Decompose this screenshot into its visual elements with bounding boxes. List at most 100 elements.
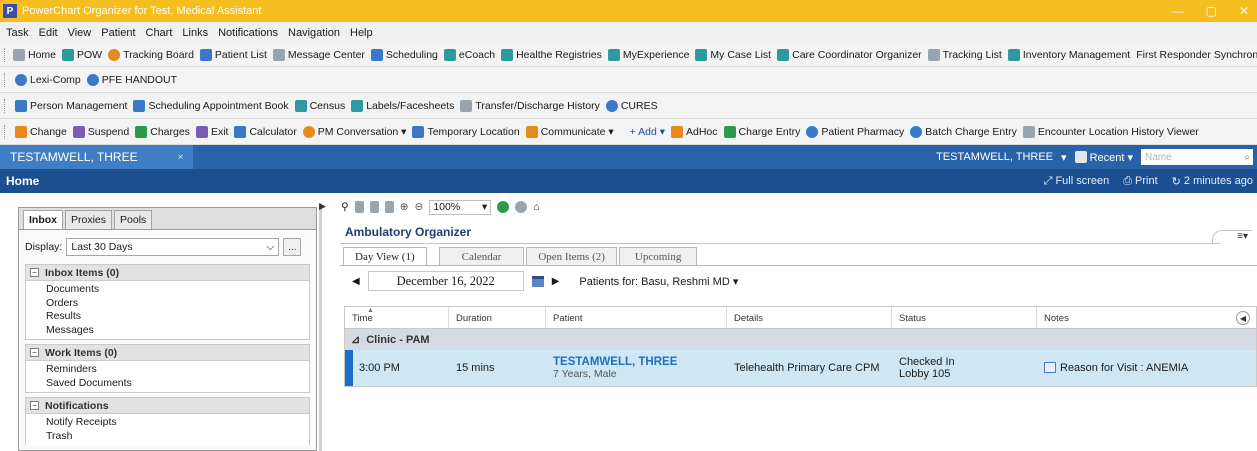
toolbar-scheduling[interactable]: Scheduling — [370, 48, 438, 61]
toolbar-myexperience[interactable]: MyExperience — [607, 48, 689, 61]
toolbar-message-center[interactable]: Message Center — [272, 48, 365, 61]
menu-help[interactable]: Help — [350, 27, 373, 39]
zoom-in-icon[interactable]: ⊕ — [400, 201, 409, 213]
maximize-button[interactable]: ▢ — [1206, 4, 1217, 18]
toolbar-ecoach[interactable]: eCoach — [443, 48, 495, 61]
next-day-icon[interactable]: ▶ — [552, 276, 560, 287]
column-notes[interactable]: Notes — [1037, 306, 1256, 328]
home-icon[interactable]: ⌂ — [533, 201, 539, 213]
column-time[interactable]: ▲ Time — [345, 306, 449, 328]
collapse-icon[interactable]: − — [30, 401, 39, 410]
display-select[interactable]: Last 30 Days ⌵ — [66, 238, 280, 256]
toolbar-suspend[interactable]: Suspend — [72, 125, 129, 138]
menu-links[interactable]: Links — [182, 27, 208, 39]
toolbar-pm-conversation[interactable]: PM Conversation ▾ — [302, 125, 406, 138]
toolbar-grip[interactable] — [4, 47, 5, 62]
toolbar-grip[interactable] — [4, 124, 7, 139]
toolbar-person-management[interactable]: Person Management — [15, 99, 127, 112]
toolbar-encounter-location-history[interactable]: Encounter Location History Viewer — [1022, 125, 1199, 138]
toolbar-change[interactable]: Change — [15, 125, 67, 138]
patient-tab[interactable]: TESTAMWELL, THREE × — [0, 145, 194, 169]
work-item-reminders[interactable]: Reminders — [46, 363, 309, 377]
menu-edit[interactable]: Edit — [39, 27, 58, 39]
toolbar-grip[interactable] — [4, 98, 7, 113]
menu-navigation[interactable]: Navigation — [288, 27, 340, 39]
toolbar-my-case-list[interactable]: My Case List — [695, 48, 771, 61]
date-field[interactable]: December 16, 2022 — [367, 271, 524, 291]
collapse-icon[interactable]: − — [30, 348, 39, 357]
cell-notes[interactable]: Reason for Visit : ANEMIA — [1037, 362, 1256, 374]
zoom-select[interactable]: 100% ▾ — [429, 199, 492, 215]
tab-calendar[interactable]: Calendar — [438, 247, 525, 265]
minimize-button[interactable]: — — [1172, 4, 1184, 18]
toolbar-first-responder[interactable]: First Responder Synchronization — [1136, 49, 1257, 61]
full-screen-button[interactable]: ⤢ Full screen — [1044, 175, 1110, 188]
column-duration[interactable]: Duration — [449, 306, 546, 328]
inbox-item-documents[interactable]: Documents — [46, 283, 309, 297]
column-patient[interactable]: Patient — [546, 306, 727, 328]
menu-patient[interactable]: Patient — [101, 27, 135, 39]
tab-proxies[interactable]: Proxies — [65, 210, 113, 229]
close-tab-icon[interactable]: × — [178, 152, 184, 163]
toolbar-add[interactable]: + Add ▾ — [630, 126, 665, 138]
table-row[interactable]: 3:00 PM 15 mins TESTAMWELL, THREE 7 Year… — [345, 350, 1256, 386]
toolbar-pow[interactable]: POW — [62, 48, 102, 61]
collapse-columns-icon[interactable]: ◀ — [1236, 311, 1250, 325]
column-details[interactable]: Details — [727, 306, 892, 328]
close-button[interactable]: ✕ — [1239, 4, 1249, 18]
toolbar-inventory-management[interactable]: Inventory Management — [1007, 48, 1130, 61]
current-patient-name[interactable]: TESTAMWELL, THREE — [936, 151, 1053, 163]
tab-open-items[interactable]: Open Items (2) — [526, 247, 617, 265]
work-items-header[interactable]: − Work Items (0) — [25, 344, 310, 361]
toolbar-home[interactable]: Home — [13, 48, 56, 61]
menu-chart[interactable]: Chart — [146, 27, 173, 39]
notification-trash[interactable]: Trash — [46, 430, 309, 444]
chevron-down-icon[interactable]: ▾ — [1061, 151, 1067, 164]
pane-splitter[interactable] — [319, 203, 322, 451]
go-icon[interactable] — [497, 201, 510, 213]
toolbar-transfer-discharge-history[interactable]: Transfer/Discharge History — [460, 99, 600, 112]
toolbar-scheduling-appointment-book[interactable]: Scheduling Appointment Book — [133, 99, 289, 112]
group-row[interactable]: ⊿ Clinic - PAM — [345, 329, 1256, 350]
toolbar-communicate[interactable]: Communicate ▾ — [525, 125, 614, 138]
note-icon[interactable] — [1044, 362, 1056, 373]
document-icon[interactable] — [354, 201, 364, 213]
print-button[interactable]: ⎙ Print — [1123, 175, 1157, 188]
notification-notify-receipts[interactable]: Notify Receipts — [46, 416, 309, 430]
calendar-icon[interactable] — [531, 275, 544, 287]
tab-day-view[interactable]: Day View (1) — [343, 247, 427, 265]
inbox-item-orders[interactable]: Orders — [46, 297, 309, 311]
toolbar-grip[interactable] — [4, 72, 7, 87]
menu-task[interactable]: Task — [6, 27, 29, 39]
toolbar-temporary-location[interactable]: Temporary Location — [412, 125, 520, 138]
notifications-header[interactable]: − Notifications — [25, 397, 310, 414]
display-more-button[interactable]: ... — [283, 238, 302, 256]
recent-button[interactable]: Recent ▾ — [1074, 151, 1133, 164]
toolbar-exit[interactable]: Exit — [195, 125, 228, 138]
cell-patient[interactable]: TESTAMWELL, THREE 7 Years, Male — [546, 356, 727, 380]
toolbar-cures[interactable]: CURES — [605, 99, 658, 112]
inbox-items-header[interactable]: − Inbox Items (0) — [25, 264, 310, 281]
toolbar-tracking-board[interactable]: Tracking Board — [108, 48, 194, 61]
patient-name-link[interactable]: TESTAMWELL, THREE — [553, 356, 727, 368]
tab-upcoming[interactable]: Upcoming — [618, 247, 698, 265]
toolbar-charges[interactable]: Charges — [135, 125, 190, 138]
collapse-group-icon[interactable]: ⊿ — [351, 333, 360, 346]
inbox-item-results[interactable]: Results — [46, 310, 309, 324]
menu-view[interactable]: View — [68, 27, 92, 39]
organizer-menu-button[interactable]: ≡▾ — [1212, 230, 1252, 244]
toolbar-census[interactable]: Census — [294, 99, 345, 112]
print-icon[interactable] — [384, 201, 394, 213]
toolbar-charge-entry[interactable]: Charge Entry — [723, 125, 800, 138]
toolbar-tracking-list[interactable]: Tracking List — [927, 48, 1002, 61]
collapse-pane-icon[interactable]: ▶ — [319, 201, 326, 212]
patient-name-search-input[interactable]: Name ⌕ — [1141, 149, 1253, 165]
binoculars-icon[interactable]: ⚲ — [341, 201, 349, 213]
previous-day-icon[interactable]: ◀ — [352, 276, 360, 287]
search-icon[interactable]: ⌕ — [1244, 152, 1250, 163]
toolbar-patient-list[interactable]: Patient List — [199, 48, 267, 61]
toolbar-adhoc[interactable]: AdHoc — [671, 125, 718, 138]
toolbar-labels-facesheets[interactable]: Labels/Facesheets — [351, 99, 454, 112]
toolbar-pfe-handout[interactable]: PFE HANDOUT — [86, 73, 177, 86]
toolbar-lexi-comp[interactable]: Lexi-Comp — [15, 73, 81, 86]
